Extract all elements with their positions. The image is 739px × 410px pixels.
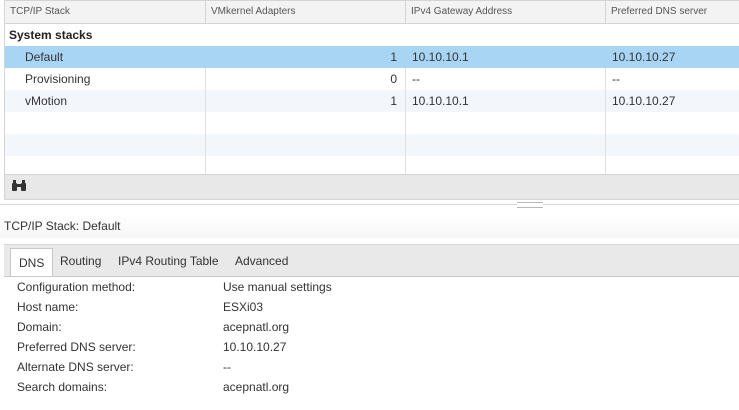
table-row-default[interactable]: Default 1 10.10.10.1 10.10.10.27 <box>5 46 739 68</box>
property-value: acepnatl.org <box>223 380 290 394</box>
cell-gateway: 10.10.10.1 <box>406 90 606 112</box>
property-value: Use manual settings <box>223 280 332 294</box>
cell-stack-name: vMotion <box>5 90 206 112</box>
pane-splitter[interactable] <box>0 202 739 208</box>
grid-header: TCP/IP Stack VMkernel Adapters IPv4 Gate… <box>5 0 739 24</box>
column-header-vmkernel-adapters[interactable]: VMkernel Adapters <box>206 1 406 23</box>
property-value: 10.10.10.27 <box>223 340 287 354</box>
dns-settings-panel: Configuration method: Use manual setting… <box>4 276 739 410</box>
property-label: Host name: <box>17 300 79 314</box>
splitter-grip-icon[interactable] <box>517 202 543 208</box>
property-value: -- <box>223 360 231 374</box>
cell-adapters: 1 <box>206 90 406 112</box>
binoculars-icon[interactable] <box>11 179 27 195</box>
property-label: Configuration method: <box>17 280 136 294</box>
cell-adapters: 1 <box>206 46 406 68</box>
detail-tabs: DNS Routing IPv4 Routing Table Advanced <box>4 244 739 276</box>
tab-ipv4-routing-table[interactable]: IPv4 Routing Table <box>118 247 219 275</box>
property-value: acepnatl.org <box>223 320 290 334</box>
property-label: Search domains: <box>17 380 108 394</box>
cell-gateway: -- <box>406 68 606 90</box>
grid-footer <box>5 174 739 200</box>
property-label: Domain: <box>17 320 62 334</box>
column-header-tcpip-stack[interactable]: TCP/IP Stack <box>5 1 206 23</box>
property-label: Preferred DNS server: <box>17 340 136 354</box>
cell-gateway: 10.10.10.1 <box>406 46 606 68</box>
tab-routing[interactable]: Routing <box>60 247 101 275</box>
property-label: Alternate DNS server: <box>17 360 134 374</box>
detail-title: TCP/IP Stack: Default <box>0 214 739 238</box>
group-system-stacks: System stacks <box>9 28 93 42</box>
tab-advanced[interactable]: Advanced <box>235 247 288 275</box>
column-header-ipv4-gateway[interactable]: IPv4 Gateway Address <box>406 1 606 23</box>
cell-adapters: 0 <box>206 68 406 90</box>
empty-row <box>5 156 739 174</box>
empty-row <box>5 134 739 156</box>
cell-dns: 10.10.10.27 <box>606 46 739 68</box>
column-header-preferred-dns[interactable]: Preferred DNS server <box>606 1 739 23</box>
cell-dns: -- <box>606 68 739 90</box>
cell-stack-name: Provisioning <box>5 68 206 90</box>
property-value: ESXi03 <box>223 300 264 314</box>
table-row-provisioning[interactable]: Provisioning 0 -- -- <box>5 68 739 90</box>
cell-stack-name: Default <box>5 46 206 68</box>
cell-dns: 10.10.10.27 <box>606 90 739 112</box>
tcpip-stack-grid: TCP/IP Stack VMkernel Adapters IPv4 Gate… <box>4 0 739 200</box>
empty-row <box>5 112 739 134</box>
tab-dns[interactable]: DNS <box>10 248 54 276</box>
table-row-vmotion[interactable]: vMotion 1 10.10.10.1 10.10.10.27 <box>5 90 739 112</box>
